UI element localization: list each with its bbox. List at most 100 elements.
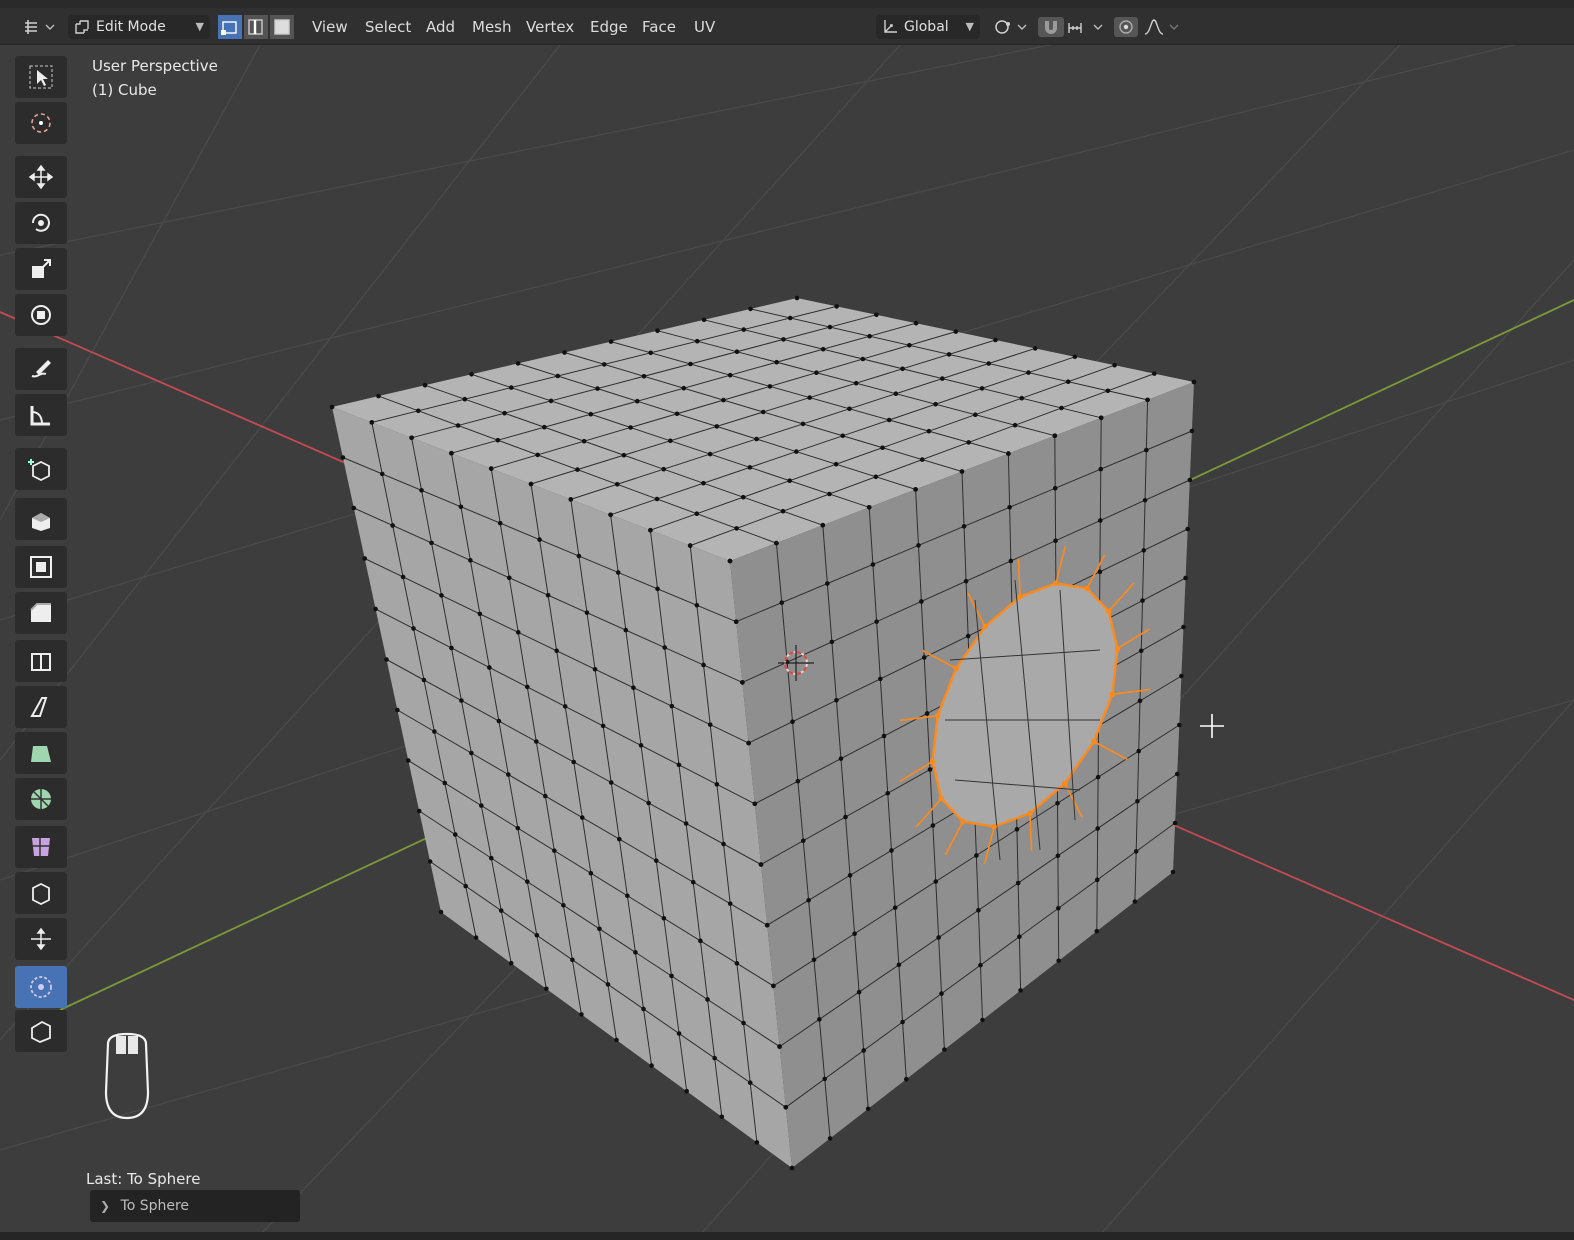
selected-vertex bbox=[1053, 580, 1059, 587]
menu-select[interactable]: Select bbox=[359, 15, 417, 39]
top-face-vertex bbox=[581, 438, 587, 444]
editor-type-button[interactable] bbox=[22, 17, 55, 37]
left-face-vertex bbox=[515, 630, 521, 635]
right-face-vertex bbox=[865, 1106, 871, 1112]
right-face-vertex bbox=[1142, 497, 1148, 503]
top-face-vertex bbox=[462, 396, 468, 402]
left-face-vertex bbox=[649, 1063, 654, 1068]
shrink-fatten-tool[interactable] bbox=[15, 918, 67, 960]
top-face-vertex bbox=[919, 457, 925, 462]
mode-dropdown[interactable]: Edit Mode ▼ bbox=[68, 15, 210, 39]
top-face-vertex bbox=[548, 398, 554, 404]
spin-tool[interactable] bbox=[15, 778, 67, 820]
right-face-vertex bbox=[1056, 905, 1061, 911]
top-face-vertex bbox=[694, 338, 700, 344]
left-face-vertex bbox=[449, 645, 454, 651]
smooth-tool[interactable] bbox=[15, 826, 67, 868]
right-face-vertex bbox=[1185, 526, 1190, 532]
right-face-vertex bbox=[965, 633, 971, 639]
bevel-tool[interactable] bbox=[15, 592, 67, 634]
proportional-edit-button[interactable] bbox=[1114, 17, 1138, 37]
extrude-tool[interactable] bbox=[15, 498, 67, 540]
select-box-tool[interactable] bbox=[15, 56, 67, 98]
inset-icon bbox=[30, 556, 52, 578]
cursor-3d-icon bbox=[31, 113, 51, 133]
window-top-strip bbox=[0, 0, 1574, 8]
left-face-vertex bbox=[438, 909, 444, 915]
left-face-vertex bbox=[638, 743, 644, 748]
top-face-vertex bbox=[508, 385, 514, 390]
pivot-point-button[interactable] bbox=[992, 17, 1028, 37]
vertex-select-button[interactable] bbox=[218, 15, 242, 39]
loop-cut-tool[interactable] bbox=[15, 640, 67, 682]
rotate-icon bbox=[31, 213, 50, 232]
left-face-vertex bbox=[562, 704, 568, 709]
left-face-vertex bbox=[597, 926, 602, 932]
menu-view[interactable]: View bbox=[306, 15, 354, 39]
top-face-vertex bbox=[774, 359, 779, 365]
right-face-vertex bbox=[838, 756, 844, 761]
annotate-tool[interactable] bbox=[15, 348, 67, 390]
left-face-vertex bbox=[379, 471, 385, 477]
cursor-tool[interactable] bbox=[15, 102, 67, 144]
menu-mesh[interactable]: Mesh bbox=[466, 15, 518, 39]
last-operator-panel[interactable]: ❯ To Sphere bbox=[90, 1190, 300, 1222]
snap-target-dropdown[interactable] bbox=[1066, 17, 1106, 37]
left-face-vertex bbox=[534, 932, 540, 938]
left-face-vertex bbox=[340, 455, 346, 460]
scale-tool[interactable] bbox=[15, 248, 67, 290]
menu-uv[interactable]: UV bbox=[688, 15, 721, 39]
right-face-vertex bbox=[933, 879, 939, 884]
left-face-vertex bbox=[754, 1140, 760, 1145]
right-face-vertex bbox=[1177, 722, 1182, 728]
top-face-vertex bbox=[415, 408, 421, 414]
top-face-vertex bbox=[634, 398, 640, 404]
top-face-vertex bbox=[655, 328, 660, 334]
left-face-vertex bbox=[432, 729, 437, 734]
edge-select-button[interactable] bbox=[244, 15, 268, 39]
left-face-vertex bbox=[705, 997, 710, 1002]
rotate-tool[interactable] bbox=[15, 202, 67, 244]
add-cube-tool[interactable] bbox=[15, 448, 67, 490]
selected-vertex bbox=[1084, 585, 1090, 592]
inset-tool[interactable] bbox=[15, 546, 67, 588]
top-face-vertex bbox=[562, 350, 567, 355]
left-face-vertex bbox=[727, 901, 733, 906]
right-face-vertex bbox=[1145, 397, 1150, 403]
top-face-vertex bbox=[800, 421, 806, 427]
rip-tool[interactable] bbox=[15, 1010, 67, 1052]
top-face-vertex bbox=[847, 406, 852, 412]
poly-build-tool[interactable] bbox=[15, 732, 67, 774]
menu-edge[interactable]: Edge bbox=[584, 15, 634, 39]
scale-icon bbox=[32, 259, 51, 278]
orientation-dropdown[interactable]: Global ▼ bbox=[876, 15, 980, 39]
edge-slide-tool[interactable] bbox=[15, 872, 67, 914]
transform-tool[interactable] bbox=[15, 294, 67, 336]
knife-tool[interactable] bbox=[15, 686, 67, 728]
left-face-vertex bbox=[588, 870, 594, 876]
snap-toggle-button[interactable] bbox=[1038, 17, 1064, 37]
right-face-vertex bbox=[861, 1048, 866, 1053]
left-face-vertex bbox=[373, 606, 378, 612]
3d-viewport[interactable] bbox=[0, 45, 1574, 1235]
move-tool[interactable] bbox=[15, 156, 67, 198]
right-face-vertex bbox=[777, 1044, 782, 1049]
right-face-vertex bbox=[913, 487, 918, 492]
right-face-vertex bbox=[1191, 379, 1197, 385]
3d-scene[interactable] bbox=[0, 45, 1574, 1235]
to-sphere-tool[interactable] bbox=[15, 966, 67, 1008]
menu-add[interactable]: Add bbox=[420, 15, 461, 39]
right-face-vertex bbox=[874, 619, 879, 624]
top-face-vertex bbox=[814, 370, 819, 376]
measure-tool[interactable] bbox=[15, 394, 67, 436]
menu-vertex[interactable]: Vertex bbox=[520, 15, 580, 39]
left-face-vertex bbox=[623, 627, 629, 633]
top-face-vertex bbox=[694, 511, 700, 516]
falloff-dropdown[interactable] bbox=[1142, 17, 1182, 37]
top-face-vertex bbox=[1032, 346, 1038, 351]
right-face-vertex bbox=[1008, 558, 1014, 564]
right-face-vertex bbox=[1135, 798, 1140, 804]
menu-face[interactable]: Face bbox=[636, 15, 682, 39]
face-select-button[interactable] bbox=[270, 15, 294, 39]
right-face-vertex bbox=[1095, 826, 1100, 831]
